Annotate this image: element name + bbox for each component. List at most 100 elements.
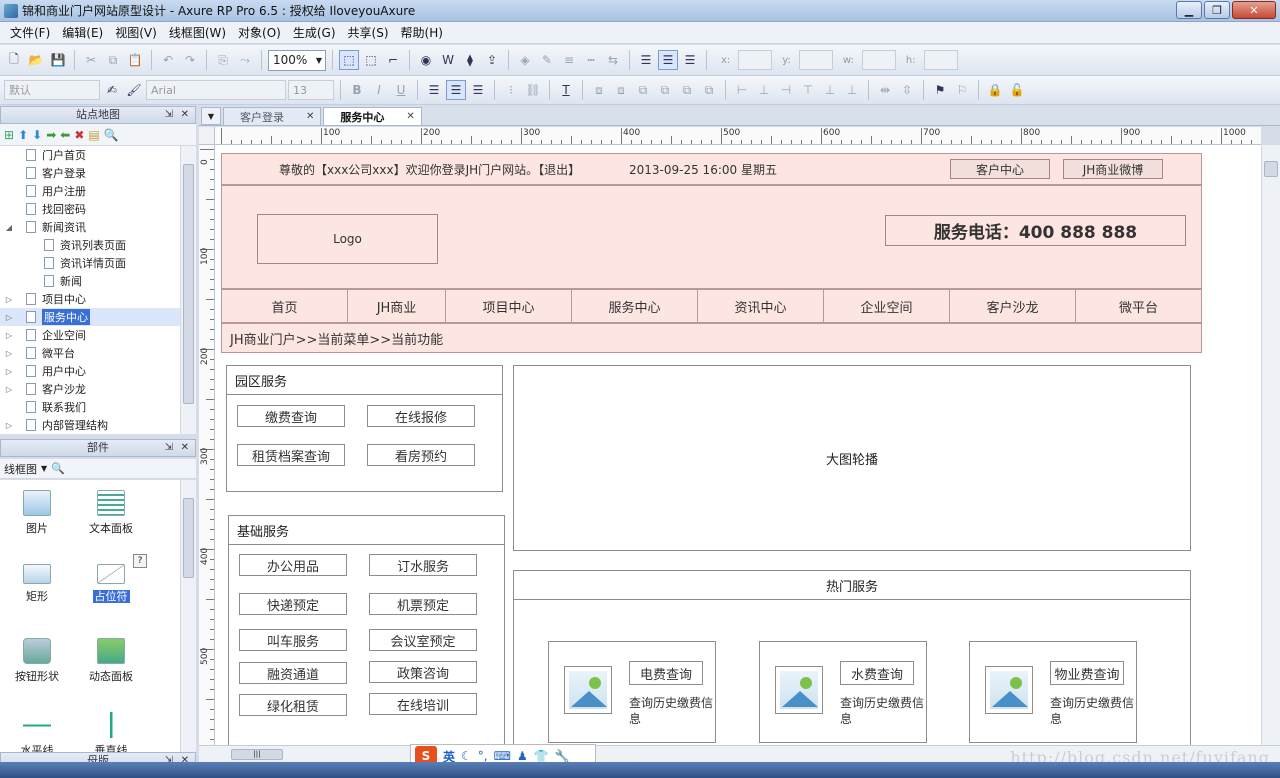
align-bottom-icon[interactable]: ☰: [680, 50, 700, 70]
chevron-down-icon[interactable]: ▼: [201, 107, 221, 125]
undo-icon[interactable]: ↶: [158, 50, 178, 70]
h-field[interactable]: [923, 50, 958, 70]
widget-rectangle[interactable]: 矩形: [2, 564, 72, 604]
paste-icon[interactable]: 📋: [125, 50, 145, 70]
help-icon[interactable]: ?: [133, 554, 147, 568]
search-icon[interactable]: 🔍: [104, 128, 119, 142]
italic-icon[interactable]: I: [369, 80, 389, 100]
w-field[interactable]: [861, 50, 896, 70]
cut-icon[interactable]: ✂: [81, 50, 101, 70]
electricity-query-button[interactable]: 电费查询: [629, 661, 703, 685]
text-color-icon[interactable]: T: [556, 80, 576, 100]
tree-item[interactable]: ▷ 项目中心: [0, 290, 180, 308]
tree-item[interactable]: 找回密码: [0, 200, 180, 218]
close-icon[interactable]: ✕: [406, 111, 414, 122]
select-tool-icon[interactable]: ⬚: [339, 50, 359, 70]
align-left-icon[interactable]: ☰: [424, 80, 444, 100]
open-file-icon[interactable]: 📂: [26, 50, 46, 70]
widget-dynamic-panel[interactable]: 动态面板: [76, 638, 146, 684]
water-order-button[interactable]: 订水服务: [369, 554, 477, 576]
generate-word-icon[interactable]: W: [438, 50, 458, 70]
tree-item[interactable]: ▷ 企业空间: [0, 326, 180, 344]
scrollbar-thumb[interactable]: [183, 498, 194, 578]
align-objects-middle-icon[interactable]: ⊥: [820, 80, 840, 100]
indent-icon[interactable]: ➡: [46, 128, 56, 142]
send-backward-icon[interactable]: ⧉: [699, 80, 719, 100]
pin-icon[interactable]: ⇲: [165, 107, 173, 123]
punctuation-icon[interactable]: °,: [478, 749, 488, 763]
select-contained-icon[interactable]: ⬚: [361, 50, 381, 70]
widgets-scrollbar[interactable]: [180, 480, 196, 752]
mark-icon[interactable]: ⚑: [930, 80, 950, 100]
nav-enterprise-space[interactable]: 企业空间: [824, 290, 950, 322]
design-canvas[interactable]: 尊敬的【xxx公司xxx】欢迎你登录JH门户网站。【退出】 2013-09-25…: [215, 145, 1261, 745]
tree-item[interactable]: ▷ 内部管理结构: [0, 416, 180, 434]
tree-expander[interactable]: ▷: [4, 349, 14, 358]
user-icon[interactable]: ♟: [517, 749, 528, 763]
water-query-button[interactable]: 水费查询: [840, 661, 914, 685]
link-icon[interactable]: ⛓: [523, 80, 543, 100]
close-icon[interactable]: ✕: [181, 107, 189, 123]
align-top-icon[interactable]: ☰: [636, 50, 656, 70]
nav-customer-salon[interactable]: 客户沙龙: [950, 290, 1076, 322]
flight-booking-button[interactable]: 机票预定: [369, 593, 477, 615]
property-fee-query-button[interactable]: 物业费查询: [1050, 661, 1124, 685]
tree-item[interactable]: ▷ 用户中心: [0, 362, 180, 380]
nav-news-center[interactable]: 资讯中心: [698, 290, 824, 322]
tree-expander[interactable]: ▷: [4, 421, 14, 430]
menu-generate[interactable]: 生成(G): [287, 24, 342, 41]
close-button[interactable]: ✕: [1232, 1, 1276, 19]
publish-icon[interactable]: ⧫: [460, 50, 480, 70]
tree-item[interactable]: 用户注册: [0, 182, 180, 200]
tree-item[interactable]: 客户登录: [0, 164, 180, 182]
group-icon[interactable]: ⧈: [589, 80, 609, 100]
chevron-down-icon[interactable]: ▼: [41, 464, 47, 473]
tab-service-center[interactable]: 服务中心 ✕: [323, 107, 422, 125]
tree-item[interactable]: 门户首页: [0, 146, 180, 164]
bullets-icon[interactable]: ⁝: [501, 80, 521, 100]
keyboard-icon[interactable]: ⌨: [494, 749, 511, 763]
tree-item[interactable]: 资讯详情页面: [0, 254, 180, 272]
arrow-style-icon[interactable]: ⇆: [603, 50, 623, 70]
scrollbar-thumb[interactable]: [183, 164, 194, 404]
send-back-icon[interactable]: ⧉: [655, 80, 675, 100]
nav-jh-business[interactable]: JH商业: [348, 290, 446, 322]
widget-library-select[interactable]: 线框图: [4, 461, 37, 477]
align-objects-center-icon[interactable]: ⊥: [754, 80, 774, 100]
online-repair-button[interactable]: 在线报修: [367, 405, 475, 427]
align-center-icon[interactable]: ☰: [446, 80, 466, 100]
tree-item[interactable]: ◢ 新闻资讯: [0, 218, 180, 236]
tree-item[interactable]: 新闻: [0, 272, 180, 290]
align-objects-bottom-icon[interactable]: ⊥: [842, 80, 862, 100]
menu-object[interactable]: 对象(O): [232, 24, 287, 41]
nav-service-center[interactable]: 服务中心: [572, 290, 698, 322]
align-objects-right-icon[interactable]: ⊣: [776, 80, 796, 100]
widget-image[interactable]: 图片: [2, 490, 72, 536]
online-training-button[interactable]: 在线培训: [369, 693, 477, 715]
share-icon[interactable]: ⇪: [482, 50, 502, 70]
tree-expander[interactable]: ◢: [4, 223, 14, 232]
distribute-vertical-icon[interactable]: ⇳: [897, 80, 917, 100]
redo-icon[interactable]: ↷: [180, 50, 200, 70]
font-size-select[interactable]: 13: [288, 80, 334, 100]
maximize-button[interactable]: ❐: [1204, 1, 1230, 19]
financing-channel-button[interactable]: 融资通道: [239, 662, 347, 684]
nav-home[interactable]: 首页: [222, 290, 348, 322]
greenery-lease-button[interactable]: 绿化租赁: [239, 694, 347, 716]
menu-view[interactable]: 视图(V): [109, 24, 163, 41]
connector-tool-icon[interactable]: ⌐: [383, 50, 403, 70]
policy-consult-button[interactable]: 政策咨询: [369, 661, 477, 683]
tree-expander[interactable]: ▷: [4, 313, 14, 322]
preview-icon[interactable]: ◉: [416, 50, 436, 70]
unmark-icon[interactable]: ⚐: [952, 80, 972, 100]
lease-record-query-button[interactable]: 租赁档案查询: [237, 444, 345, 466]
tree-expander[interactable]: ▷: [4, 331, 14, 340]
tree-expander[interactable]: ▷: [4, 385, 14, 394]
bring-forward-icon[interactable]: ⧉: [677, 80, 697, 100]
minimize-button[interactable]: ▁: [1176, 1, 1202, 19]
font-select[interactable]: Arial: [146, 80, 286, 100]
close-icon[interactable]: ✕: [306, 111, 314, 122]
hot-service-card-electricity[interactable]: 电费查询 查询历史缴费信息: [548, 641, 716, 743]
move-down-icon[interactable]: ⬇: [32, 128, 42, 142]
connector-icon[interactable]: ⤳: [235, 50, 255, 70]
